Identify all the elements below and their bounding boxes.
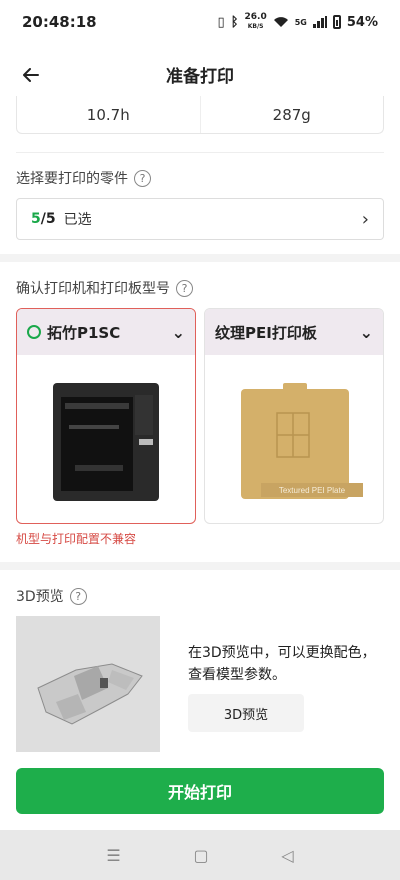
printer-image [53, 383, 159, 501]
help-icon[interactable]: ? [134, 169, 151, 187]
chevron-down-icon: ⌄ [171, 322, 185, 342]
preview-description: 在3D预览中，可以更换配色，查看模型参数。 [188, 645, 376, 683]
network-type: 5G [294, 17, 307, 27]
help-icon[interactable]: ? [176, 279, 193, 297]
chevron-right-icon: › [361, 208, 369, 230]
back-button[interactable] [18, 62, 44, 88]
plate-caption: Textured PEI Plate [279, 486, 346, 495]
help-icon[interactable]: ? [69, 587, 87, 605]
plate-name: 纹理PEI打印板 [215, 323, 317, 342]
chevron-down-icon: ⌄ [359, 322, 373, 342]
back-icon[interactable]: ◁ [281, 846, 293, 865]
printer-dropdown[interactable]: 拓竹P1SC ⌄ [17, 309, 195, 355]
status-time: 20:48:18 [22, 13, 97, 31]
printer-name: 拓竹P1SC [47, 323, 121, 342]
compatibility-warning: 机型与打印配置不兼容 [16, 532, 137, 546]
print-time: 10.7h [86, 105, 130, 124]
status-bar: 20:48:18 ▯ ᛒ 26.0 KB/S 5G 54% [0, 0, 400, 44]
model-preview-thumbnail[interactable] [16, 616, 160, 752]
model-image [37, 663, 143, 725]
battery-icon [332, 15, 341, 29]
preview-section-title: 3D预览 ? [16, 586, 87, 606]
net-speed: 26.0 KB/S [244, 12, 267, 31]
printer-section-label: 确认打印机和打印板型号 [16, 281, 170, 297]
parts-label: 选择要打印的零件 [16, 171, 128, 187]
printer-section-title: 确认打印机和打印板型号 ? [16, 278, 193, 298]
preview-3d-button[interactable]: 3D预览 [188, 694, 304, 732]
system-nav-bar: ☰ ▢ ◁ [0, 830, 400, 880]
status-icons: ▯ ᛒ 26.0 KB/S 5G 54% [218, 13, 378, 31]
printer-status-icon [27, 325, 41, 339]
signal-icon [312, 16, 327, 28]
filament-weight: 287g [199, 96, 384, 133]
battery-level: 54% [346, 14, 378, 30]
back-arrow-icon [23, 68, 39, 82]
section-separator [0, 562, 400, 570]
app-header: 准备打印 [0, 44, 400, 104]
preview-label: 3D预览 [16, 589, 64, 605]
bluetooth-icon: ᛒ [230, 14, 239, 30]
section-separator [0, 254, 400, 262]
plate-image: Textured PEI Plate [241, 383, 363, 499]
divider [16, 152, 384, 153]
home-icon[interactable]: ▢ [193, 846, 208, 865]
print-stats-card: 10.7h 287g [16, 96, 384, 134]
page-title: 准备打印 [166, 66, 234, 87]
vibrate-icon: ▯ [217, 14, 225, 30]
plate-card[interactable]: 纹理PEI打印板 ⌄ Textured PEI Plate [204, 308, 384, 524]
printer-card[interactable]: 拓竹P1SC ⌄ [16, 308, 196, 524]
parts-state: 已选 [63, 212, 92, 228]
start-print-button[interactable]: 开始打印 [16, 768, 384, 814]
plate-dropdown[interactable]: 纹理PEI打印板 ⌄ [205, 309, 383, 355]
parts-count: 5/5 [31, 211, 56, 227]
menu-icon[interactable]: ☰ [106, 846, 120, 865]
parts-selector[interactable]: 5/5 已选 › [16, 198, 384, 240]
wifi-icon [273, 17, 288, 27]
parts-section-title: 选择要打印的零件 ? [16, 168, 151, 188]
